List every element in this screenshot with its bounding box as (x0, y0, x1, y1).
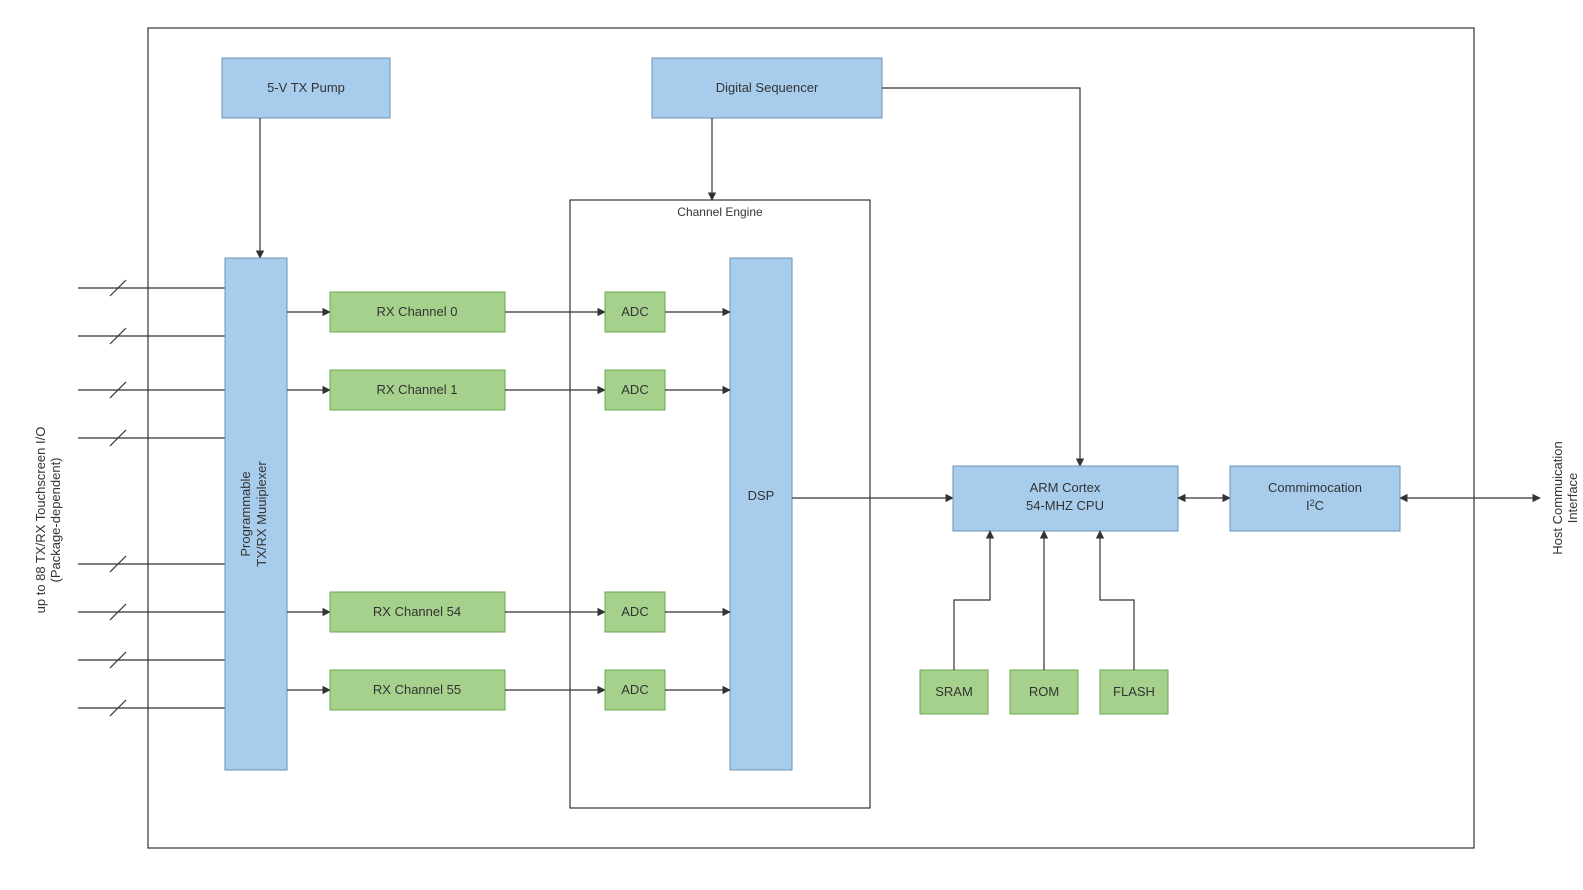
wire-flash-cpu (1100, 531, 1134, 670)
flash-label: FLASH (1113, 684, 1155, 699)
block-diagram: up to 88 TX/RX Touchscreen I/O (Package-… (0, 0, 1583, 890)
channel-engine-title: Channel Engine (677, 205, 763, 219)
wire-seq-cpu (882, 88, 1080, 466)
rx0-label: RX Channel 0 (377, 304, 458, 319)
wire-sram-cpu (954, 531, 990, 670)
dsp-label: DSP (748, 488, 775, 503)
digital-sequencer-label: Digital Sequencer (716, 80, 819, 95)
adc54-label: ADC (621, 604, 648, 619)
adc1-label: ADC (621, 382, 648, 397)
comm-label-line1: Commimocation (1268, 480, 1362, 495)
adc0-label: ADC (621, 304, 648, 319)
mux-label-line2: TX/RX Muuiplexer (254, 461, 269, 567)
left-label-line1: up to 88 TX/RX Touchscreen I/O (33, 427, 48, 614)
cpu-label-line2: 54-MHZ CPU (1026, 498, 1104, 513)
adc55-label: ADC (621, 682, 648, 697)
rx55-label: RX Channel 55 (373, 682, 461, 697)
right-label-line2: Interface (1565, 473, 1580, 524)
right-label-line1: Host Commuication (1550, 441, 1565, 554)
mux-label-line1: Programmable (238, 471, 253, 556)
rom-label: ROM (1029, 684, 1059, 699)
chip-boundary (148, 28, 1474, 848)
channel-engine-box (570, 200, 870, 808)
dsp-block (730, 258, 792, 770)
sram-label: SRAM (935, 684, 973, 699)
left-label-line2: (Package-dependent) (48, 457, 63, 582)
comm-label-line2: I2C (1306, 498, 1324, 513)
cpu-label-line1: ARM Cortex (1030, 480, 1101, 495)
tx-pump-label: 5-V TX Pump (267, 80, 345, 95)
rx1-label: RX Channel 1 (377, 382, 458, 397)
external-io-lines (78, 280, 225, 716)
rx54-label: RX Channel 54 (373, 604, 461, 619)
